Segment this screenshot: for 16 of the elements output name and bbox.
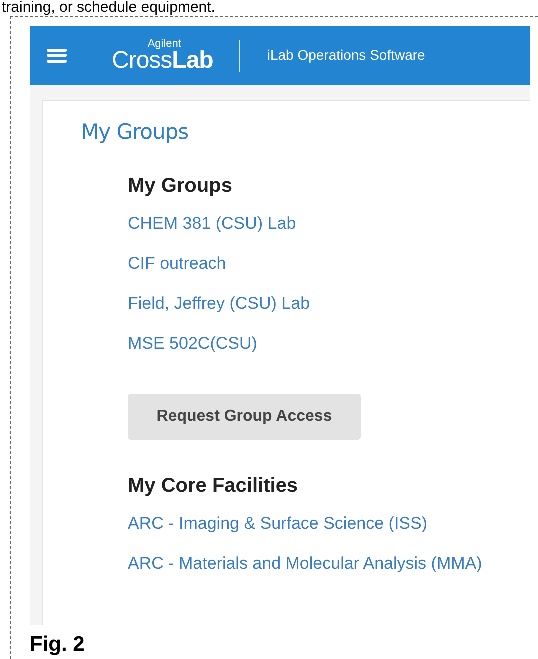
group-link[interactable]: CHEM 381 (CSU) Lab [128,211,296,237]
section-heading: My Groups [128,174,234,199]
logo-text: CrossLab [112,50,214,72]
group-link[interactable]: ARC - Imaging & Surface Science (ISS) [128,511,428,537]
product-name: iLab Operations Software [267,46,426,65]
section-heading: My Core Facilities [128,474,300,499]
group-link[interactable]: MSE 502C(CSU) [128,331,258,357]
body-text: training, or schedule equipment. [1,0,216,16]
logo-tagline: Agilent [148,39,182,50]
page-title: My Groups [81,119,190,146]
group-link[interactable]: Field, Jeffrey (CSU) Lab [128,291,310,317]
request-access-button[interactable]: Request Group Access [128,394,361,440]
menu-icon[interactable] [47,48,67,62]
group-link[interactable]: CIF outreach [128,251,226,277]
group-link[interactable]: ARC - Materials and Molecular Analysis (MMA) [128,551,482,577]
figure-caption: Fig. 2 [30,632,86,658]
